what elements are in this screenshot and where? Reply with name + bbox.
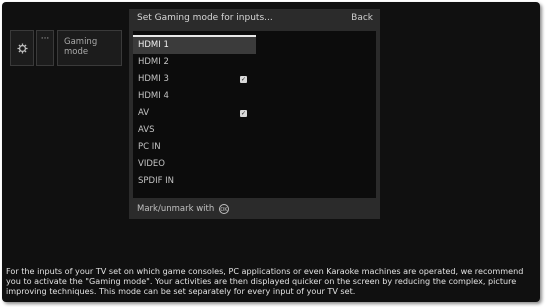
- settings-tile[interactable]: [10, 30, 34, 66]
- more-tile[interactable]: ···: [36, 30, 54, 66]
- list-item-label: SPDIF IN: [138, 176, 175, 186]
- list-item-label: HDMI 3: [138, 74, 169, 84]
- gaming-mode-dialog: Set Gaming mode for inputs... Back HDMI …: [129, 9, 380, 219]
- hint-text: Mark/unmark with OK: [137, 203, 229, 215]
- list-item-label: HDMI 4: [138, 91, 169, 101]
- gear-icon: [16, 42, 28, 54]
- ok-button-icon: OK: [218, 203, 229, 214]
- gaming-mode-label: Gaming mode: [64, 37, 98, 57]
- list-item-label: HDMI 2: [138, 57, 169, 67]
- checkbox-checked-icon[interactable]: ✓: [240, 76, 247, 83]
- list-item-label: VIDEO: [138, 159, 165, 169]
- list-item-pc-in[interactable]: PC IN: [133, 139, 256, 156]
- list-item-label: AVS: [138, 125, 155, 135]
- list-item-avs[interactable]: AVS: [133, 122, 256, 139]
- list-item-hdmi-2[interactable]: HDMI 2: [133, 54, 256, 71]
- checkbox-checked-icon[interactable]: ✓: [240, 110, 247, 117]
- more-label: ···: [40, 34, 50, 44]
- list-item-hdmi-1[interactable]: HDMI 1: [133, 35, 256, 54]
- help-text: For the inputs of your TV set on which g…: [6, 266, 524, 296]
- list-item-hdmi-4[interactable]: HDMI 4: [133, 88, 256, 105]
- dialog-title: Set Gaming mode for inputs...: [137, 13, 273, 23]
- list-item-label: AV: [138, 108, 150, 118]
- hint-label: Mark/unmark with: [137, 204, 215, 214]
- tv-screen: ··· Gaming mode Set Gaming mode for inpu…: [2, 2, 540, 302]
- list-item-spdif-in[interactable]: SPDIF IN: [133, 173, 256, 190]
- input-list: HDMI 1 HDMI 2 HDMI 3 ✓ HDMI 4 AV ✓ AVS P…: [133, 31, 376, 198]
- back-button[interactable]: Back: [351, 9, 373, 28]
- dialog-header: Set Gaming mode for inputs... Back: [129, 9, 380, 28]
- list-item-label: PC IN: [138, 142, 161, 152]
- gaming-mode-tile[interactable]: Gaming mode: [57, 30, 122, 66]
- list-item-hdmi-3[interactable]: HDMI 3 ✓: [133, 71, 256, 88]
- list-item-video[interactable]: VIDEO: [133, 156, 256, 173]
- list-item-av[interactable]: AV ✓: [133, 105, 256, 122]
- list-item-label: HDMI 1: [138, 40, 169, 50]
